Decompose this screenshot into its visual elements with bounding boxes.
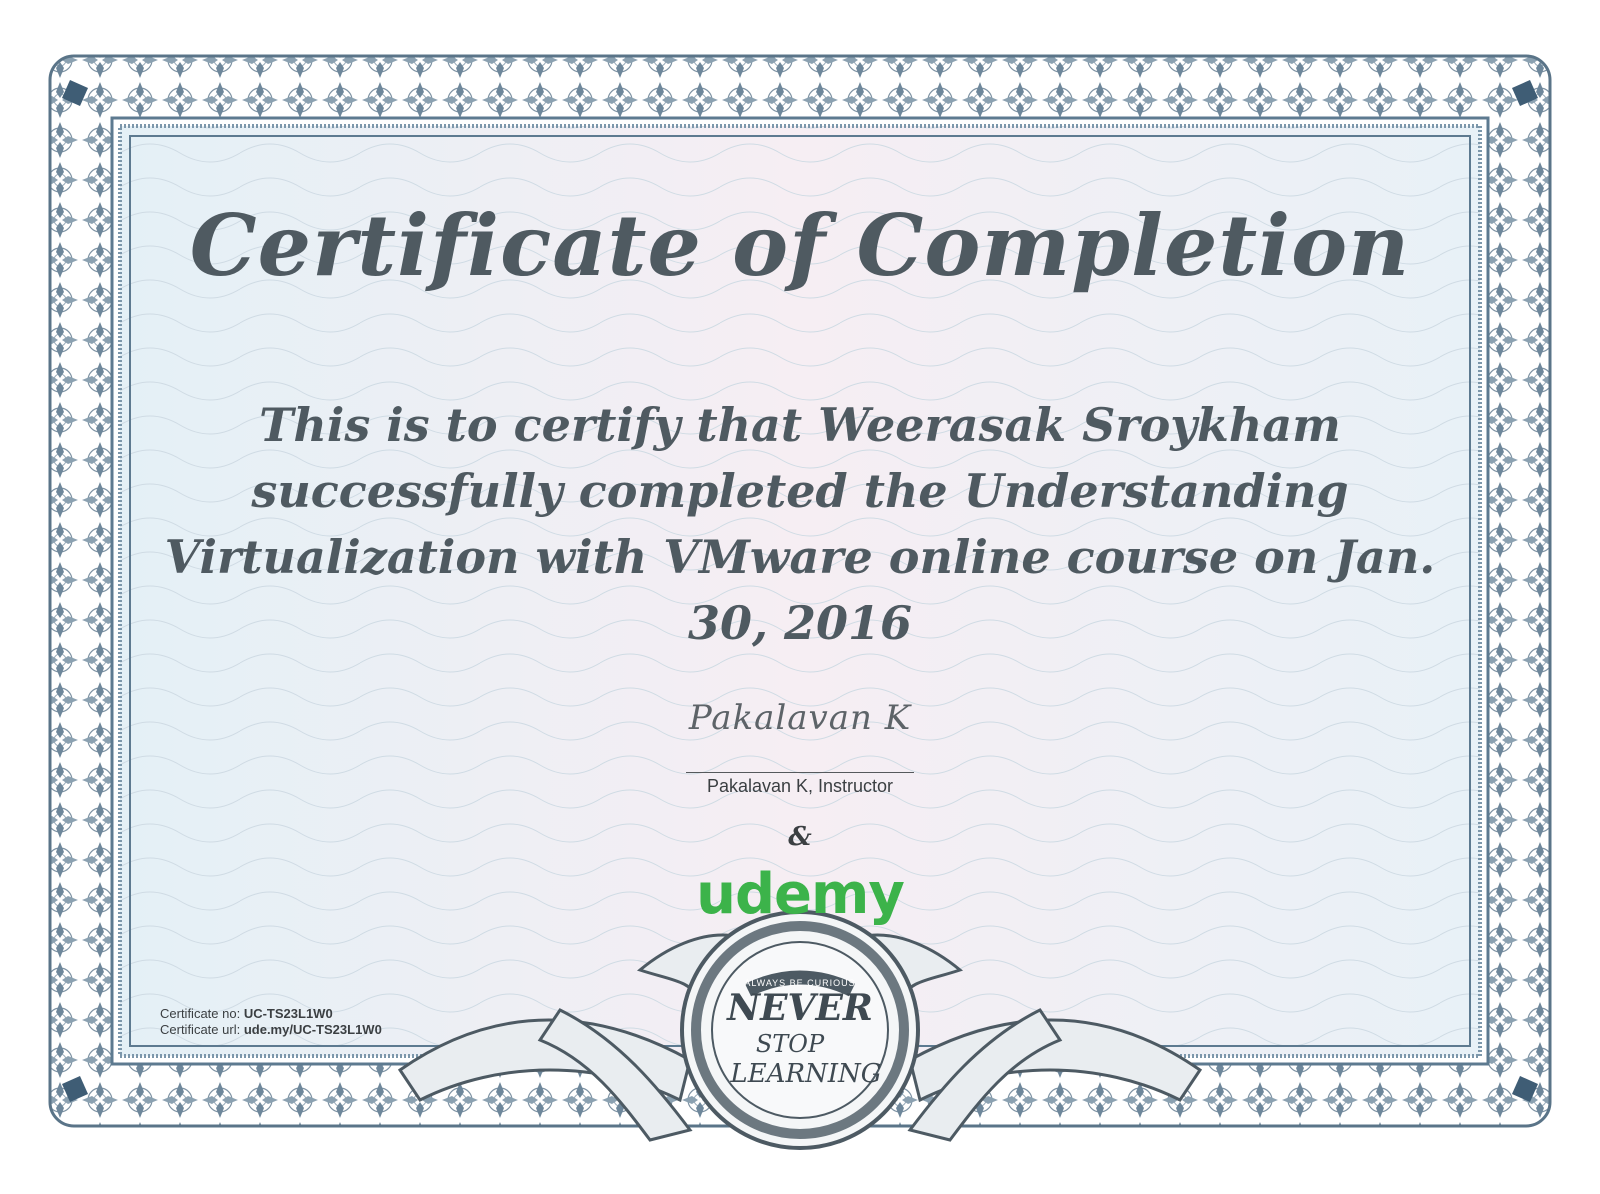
certificate: Certificate of Completion This is to cer…	[0, 0, 1600, 1194]
seal-learning-text: LEARNING	[729, 1059, 881, 1089]
seal-stop-text: STOP	[756, 1030, 825, 1058]
seal-never-text: NEVER	[726, 987, 873, 1029]
seal-text: ALWAYS BE CURIOUS NEVER STOP LEARNING	[726, 978, 881, 1089]
